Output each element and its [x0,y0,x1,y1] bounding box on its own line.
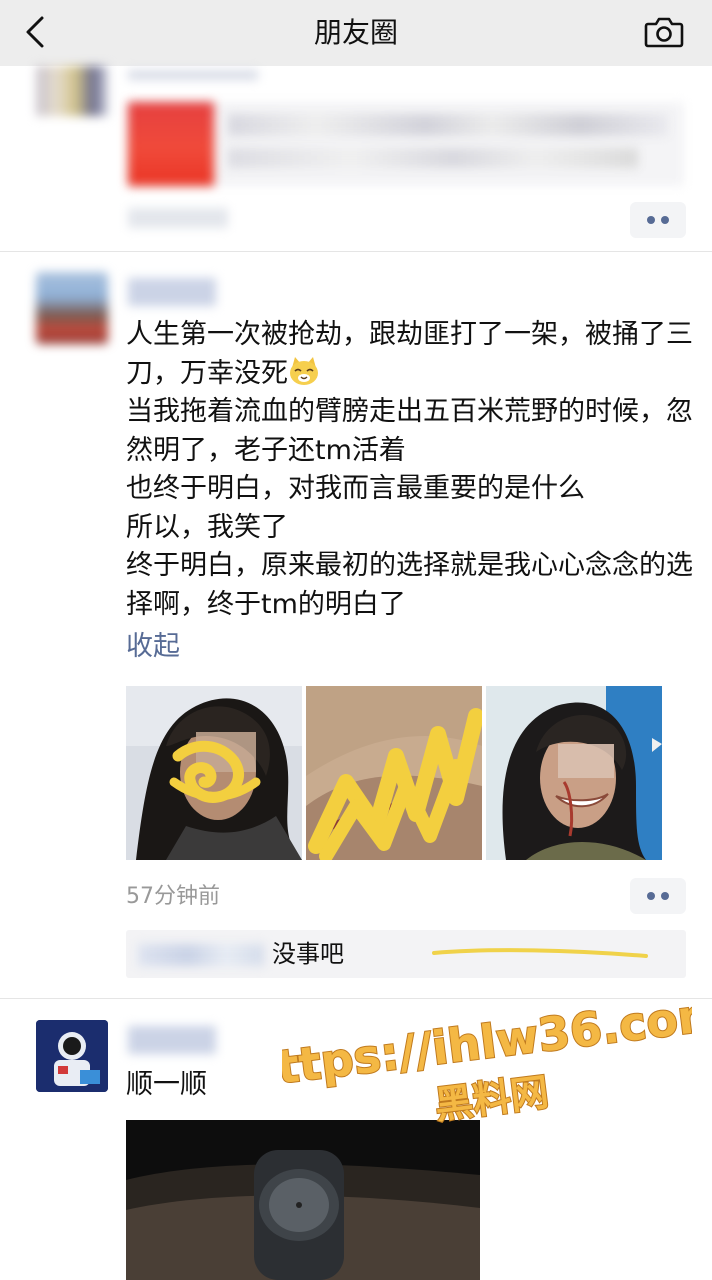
commenter-name-obscured[interactable] [138,944,264,966]
cat-emoji [290,356,318,385]
post-line: 也终于明白，对我而言最重要的是什么 [126,473,585,504]
more-actions-button[interactable] [630,202,686,238]
avatar-obscured[interactable] [36,66,108,116]
camera-button[interactable] [642,10,686,54]
timestamp-obscured [128,208,228,228]
post-photo[interactable] [126,1120,480,1280]
username-obscured[interactable] [128,1026,216,1054]
post-line: 所以，我笑了 [126,511,288,543]
watermark-label: 黑料网 [432,1070,551,1128]
redaction-scribble [432,948,648,958]
post-line: 终于明白，原来最初的选择就是我心心念念的选择啊，终于tm的明白了 [126,550,693,620]
post-photo[interactable] [306,686,482,860]
collapse-link[interactable]: 收起 [126,628,180,666]
comment-text: 没事吧 [272,940,344,968]
link-thumbnail-obscured [128,102,214,186]
post-line: 人生第一次被抢劫，跟劫匪打了一架，被捅了三刀，万幸没死 [126,319,693,389]
post-line: 当我拖着流血的臂膀走出五百米荒野的时候，忽然明了，老子还tm活着 [126,396,693,466]
dot-icon [661,216,669,224]
more-actions-button[interactable] [630,878,686,914]
comment-section: 没事吧 [126,930,686,978]
avatar[interactable] [36,1020,108,1092]
moment-post-obscured [0,66,712,252]
link-subtitle-obscured [228,148,638,168]
username-obscured[interactable] [128,278,216,306]
post-photo[interactable] [486,686,662,860]
camera-icon [644,17,684,48]
navigation-bar: 朋友圈 [0,0,712,66]
page-title: 朋友圈 [313,16,398,49]
post-divider [0,998,712,999]
post-timestamp: 57分钟前 [126,884,220,909]
post-divider [0,251,712,252]
dot-icon [647,216,655,224]
post-photo[interactable] [126,686,302,860]
avatar-obscured[interactable] [36,272,108,344]
post-text: 顺一顺 [126,1069,207,1100]
dot-icon [661,892,669,900]
dot-icon [647,892,655,900]
post-text: 人生第一次被抢劫，跟劫匪打了一架，被捅了三刀，万幸没死 当我拖着流血的臂膀走出五… [126,316,696,624]
site-watermark: https://ihlw36.com 黑料网 [282,1000,692,1128]
username-obscured[interactable] [128,70,258,80]
link-title-obscured [228,114,668,136]
